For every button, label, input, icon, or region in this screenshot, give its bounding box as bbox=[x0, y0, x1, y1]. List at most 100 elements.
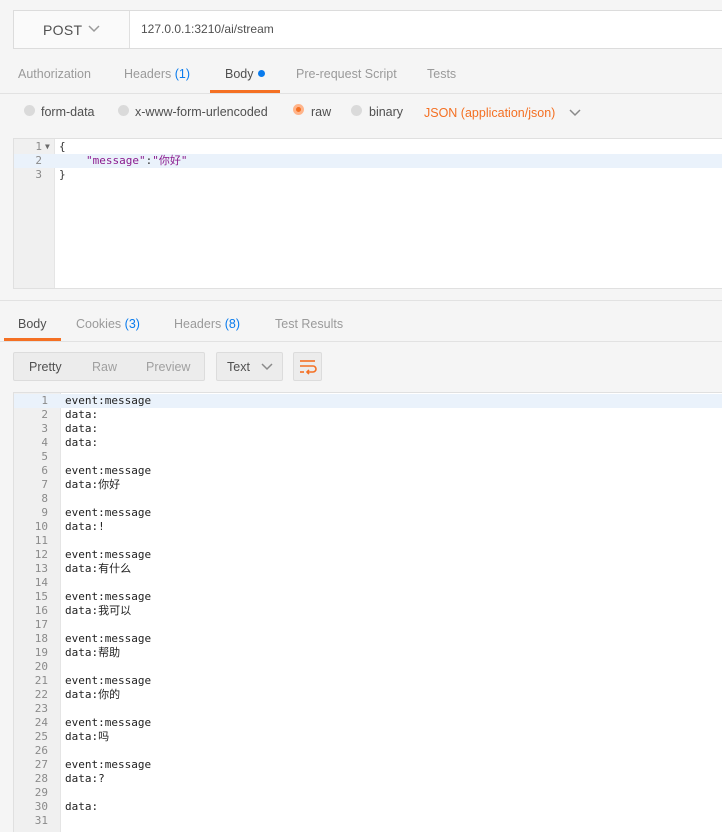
tab-test-results[interactable]: Test Results bbox=[275, 317, 343, 331]
line-number: 10 bbox=[34, 520, 48, 533]
response-line-text: event:message bbox=[65, 758, 152, 771]
line-number: 15 bbox=[34, 590, 48, 603]
line-number: 12 bbox=[34, 548, 48, 561]
line-number: 24 bbox=[34, 716, 48, 729]
response-format-select[interactable]: Text bbox=[216, 352, 283, 381]
wrap-lines-icon bbox=[300, 360, 317, 375]
json-key: "message" bbox=[86, 154, 146, 167]
response-line-text: event:message bbox=[65, 674, 152, 687]
method-select[interactable]: POST bbox=[14, 11, 130, 48]
response-line: 29 bbox=[14, 786, 722, 800]
line-number: 3 bbox=[35, 168, 42, 181]
response-line: 10 data:! bbox=[14, 520, 722, 534]
response-line: 6 event:message bbox=[14, 464, 722, 478]
line-number: 19 bbox=[34, 646, 48, 659]
line-number: 27 bbox=[34, 758, 48, 771]
line-number: 25 bbox=[34, 730, 48, 743]
response-line-text: data:! bbox=[65, 520, 105, 533]
line-number: 9 bbox=[41, 506, 48, 519]
tab-headers[interactable]: Headers (1) bbox=[124, 67, 190, 81]
response-line: 20 bbox=[14, 660, 722, 674]
code-line: 1 ▼ { bbox=[14, 140, 722, 154]
raw-button[interactable]: Raw bbox=[92, 360, 117, 374]
radio-raw[interactable] bbox=[293, 104, 304, 115]
request-tabs: Authorization Headers (1) Body Pre-reque… bbox=[0, 50, 722, 94]
line-number: 29 bbox=[34, 786, 48, 799]
response-line: 7 data:你好 bbox=[14, 478, 722, 492]
radio-binary[interactable] bbox=[351, 105, 362, 116]
tab-cookies-label: Cookies bbox=[76, 317, 122, 331]
line-number: 28 bbox=[34, 772, 48, 785]
code-text: "message":"你好" bbox=[86, 154, 187, 168]
response-line-text: data:你的 bbox=[65, 688, 121, 701]
response-line-text: event:message bbox=[65, 632, 152, 645]
tab-body-label: Body bbox=[225, 67, 254, 81]
body-format-select[interactable]: JSON (application/json) bbox=[424, 106, 581, 120]
tab-response-headers-count: (8) bbox=[224, 317, 241, 331]
line-number: 2 bbox=[41, 408, 48, 421]
response-line: 31 bbox=[14, 814, 722, 828]
tab-response-headers-label: Headers bbox=[174, 317, 222, 331]
tab-headers-count: (1) bbox=[174, 67, 191, 81]
tab-pre-request-script[interactable]: Pre-request Script bbox=[296, 67, 397, 81]
response-line-text: data: bbox=[65, 422, 99, 435]
tab-response-headers[interactable]: Headers (8) bbox=[174, 317, 240, 331]
pretty-button[interactable]: Pretty bbox=[29, 360, 62, 374]
response-line: 16 data:我可以 bbox=[14, 604, 722, 618]
modified-dot-icon bbox=[257, 70, 265, 77]
line-number: 7 bbox=[41, 478, 48, 491]
line-number: 22 bbox=[34, 688, 48, 701]
json-value: "你好" bbox=[152, 154, 188, 167]
tab-tests[interactable]: Tests bbox=[427, 67, 456, 81]
line-number: 2 bbox=[35, 154, 42, 167]
preview-button[interactable]: Preview bbox=[146, 360, 190, 374]
code-line: 3 } bbox=[14, 168, 722, 182]
response-line-text: data:? bbox=[65, 772, 105, 785]
response-line-text: event:message bbox=[65, 548, 152, 561]
radio-urlencoded[interactable] bbox=[118, 105, 129, 116]
line-number: 1 bbox=[35, 140, 42, 153]
fold-arrow-icon[interactable]: ▼ bbox=[45, 140, 50, 154]
line-number: 26 bbox=[34, 744, 48, 757]
url-input[interactable]: 127.0.0.1:3210/ai/stream bbox=[141, 22, 274, 36]
response-line: 3 data: bbox=[14, 422, 722, 436]
active-tab-indicator bbox=[210, 90, 280, 93]
request-body-editor[interactable]: 1 ▼ { 2 "message":"你好" 3 } bbox=[13, 138, 722, 289]
response-line: 26 bbox=[14, 744, 722, 758]
response-line: 18 event:message bbox=[14, 632, 722, 646]
response-line-text: data:我可以 bbox=[65, 604, 132, 617]
tab-body[interactable]: Body bbox=[225, 67, 265, 81]
tab-authorization[interactable]: Authorization bbox=[18, 67, 91, 81]
chevron-down-icon bbox=[88, 25, 100, 33]
line-number: 13 bbox=[34, 562, 48, 575]
response-line-text: data:有什么 bbox=[65, 562, 132, 575]
response-line: 8 bbox=[14, 492, 722, 506]
response-line: 30 data: bbox=[14, 800, 722, 814]
tab-headers-label: Headers bbox=[124, 67, 172, 81]
tab-cookies-count: (3) bbox=[124, 317, 140, 331]
response-body-viewer[interactable]: 1 event:message 2 data: 3 data: 4 data: 5 6 event:… bbox=[13, 392, 722, 832]
line-number: 18 bbox=[34, 632, 48, 645]
line-number: 20 bbox=[34, 660, 48, 673]
line-number: 11 bbox=[34, 534, 48, 547]
radio-label-urlencoded: x-www-form-urlencoded bbox=[135, 105, 268, 119]
response-line-text: data:吗 bbox=[65, 730, 110, 743]
response-line: 23 bbox=[14, 702, 722, 716]
radio-form-data[interactable] bbox=[24, 105, 35, 116]
tab-cookies[interactable]: Cookies (3) bbox=[76, 317, 140, 331]
radio-label-raw: raw bbox=[311, 105, 332, 119]
body-format-label: JSON (application/json) bbox=[424, 106, 556, 120]
radio-label-binary: binary bbox=[369, 105, 404, 119]
response-line: 22 data:你的 bbox=[14, 688, 722, 702]
chevron-down-icon bbox=[569, 109, 581, 117]
response-line: 12 event:message bbox=[14, 548, 722, 562]
response-line-text: event:message bbox=[65, 506, 152, 519]
response-line-text: data: bbox=[65, 408, 99, 421]
tab-response-body[interactable]: Body bbox=[18, 317, 47, 331]
code-text: { bbox=[59, 140, 66, 153]
response-line-text: event:message bbox=[65, 716, 152, 729]
line-number: 14 bbox=[34, 576, 48, 589]
wrap-lines-button[interactable] bbox=[293, 352, 322, 381]
response-line-text: data:你好 bbox=[65, 478, 121, 491]
line-number: 5 bbox=[41, 450, 48, 463]
